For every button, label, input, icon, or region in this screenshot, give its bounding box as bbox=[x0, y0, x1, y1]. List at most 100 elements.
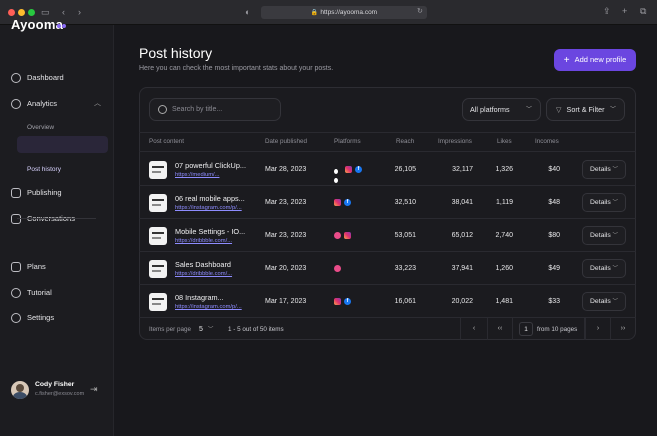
first-page-button[interactable]: ‹‹ bbox=[487, 318, 512, 340]
close-window-button[interactable] bbox=[8, 9, 15, 16]
logo-dots-icon bbox=[57, 21, 67, 30]
details-button[interactable]: Details ﹀ bbox=[582, 259, 626, 278]
reach-value: 33,223 bbox=[394, 265, 416, 272]
forward-icon[interactable]: › bbox=[78, 7, 81, 17]
column-header-incomes[interactable]: Incomes bbox=[535, 138, 559, 145]
chevron-down-icon: ﹀ bbox=[612, 233, 618, 239]
impressions-value: 65,012 bbox=[451, 232, 473, 239]
chevron-down-icon: ﹀ bbox=[612, 167, 618, 173]
post-link[interactable]: https://medium/... bbox=[175, 172, 219, 178]
sidebar-item-dashboard[interactable]: Dashboard bbox=[11, 71, 107, 85]
column-header-date-published[interactable]: Date published bbox=[265, 138, 307, 145]
chevron-down-icon: ﹀ bbox=[612, 200, 618, 206]
reach-value: 16,061 bbox=[394, 298, 416, 305]
column-header-post-content[interactable]: Post content bbox=[149, 138, 184, 145]
date-published: Mar 23, 2023 bbox=[265, 232, 307, 239]
dribbble-icon bbox=[334, 232, 341, 239]
filter-icon: ▽ bbox=[556, 105, 562, 114]
details-button[interactable]: Details ﹀ bbox=[582, 226, 626, 245]
sidebar-item-label: Tutorial bbox=[27, 288, 52, 297]
sidebar-item-settings[interactable]: Settings bbox=[11, 311, 107, 325]
sidebar-item-conversations[interactable]: Conversations bbox=[11, 212, 107, 226]
user-name: Cody Fisher bbox=[35, 381, 75, 388]
post-title: Mobile Settings - IO... bbox=[175, 227, 246, 236]
items-per-page-label: Items per page bbox=[149, 326, 192, 333]
user-email: c.fisher@exsov.com bbox=[35, 391, 85, 397]
tabs-overview-icon[interactable]: ⧉ bbox=[640, 6, 646, 16]
prev-page-button[interactable]: ‹ bbox=[460, 318, 487, 340]
lock-icon: 🔒 bbox=[310, 10, 319, 16]
column-header-likes[interactable]: Likes bbox=[497, 138, 512, 145]
sidebar-toggle-icon[interactable]: ▭ bbox=[41, 7, 50, 17]
sidebar-item-label: Analytics bbox=[27, 99, 58, 108]
post-link[interactable]: https://instagram.com/p/... bbox=[175, 304, 242, 310]
sidebar-subitem-post-history[interactable]: Post history bbox=[27, 164, 61, 176]
minimize-window-button[interactable] bbox=[18, 9, 25, 16]
post-title: 06 real mobile apps... bbox=[175, 194, 245, 203]
shield-icon[interactable]: ◐ bbox=[245, 7, 250, 17]
post-thumbnail bbox=[149, 260, 167, 278]
chevron-up-icon: ︿ bbox=[94, 100, 101, 107]
date-published: Mar 28, 2023 bbox=[265, 166, 307, 173]
details-button[interactable]: Details ﹀ bbox=[582, 193, 626, 212]
impressions-value: 20,022 bbox=[451, 298, 473, 305]
post-link[interactable]: https://dribbble.com/... bbox=[175, 238, 232, 244]
facebook-icon: f bbox=[344, 298, 351, 305]
search-input[interactable]: Search by title... bbox=[149, 98, 281, 121]
details-label: Details bbox=[590, 166, 611, 173]
avatar[interactable] bbox=[11, 381, 29, 399]
sidebar bbox=[0, 25, 114, 436]
logo: Ayooma bbox=[11, 17, 64, 32]
sidebar-item-tutorial[interactable]: Tutorial bbox=[11, 286, 107, 300]
reload-icon[interactable]: ↻ bbox=[417, 7, 423, 17]
instagram-icon bbox=[334, 199, 341, 206]
income-value: $33 bbox=[548, 298, 560, 305]
reach-value: 32,510 bbox=[394, 199, 416, 206]
new-tab-icon[interactable]: + bbox=[622, 6, 627, 16]
add-new-profile-button[interactable]: + Add new profile bbox=[554, 49, 636, 71]
column-header-impressions[interactable]: Impressions bbox=[438, 138, 472, 145]
active-item-highlight bbox=[17, 136, 108, 153]
sidebar-divider bbox=[17, 218, 96, 219]
details-label: Details bbox=[590, 298, 611, 305]
post-title: Sales Dashboard bbox=[175, 260, 231, 269]
sidebar-item-label: Settings bbox=[27, 313, 55, 322]
next-page-button[interactable]: › bbox=[585, 318, 610, 340]
sidebar-subitem-overview[interactable]: Overview bbox=[27, 122, 54, 134]
share-icon[interactable]: ⇪ bbox=[603, 6, 611, 16]
facebook-icon: f bbox=[344, 199, 351, 206]
sidebar-item-plans[interactable]: Plans bbox=[11, 260, 107, 274]
date-published: Mar 20, 2023 bbox=[265, 265, 307, 272]
sort-filter-dropdown[interactable]: ▽ Sort & Filter ﹀ bbox=[546, 98, 625, 121]
last-page-button[interactable]: ›› bbox=[610, 318, 635, 340]
items-per-page-value: 5 bbox=[199, 326, 203, 333]
post-link[interactable]: https://instagram.com/p/... bbox=[175, 205, 242, 211]
page-number-input[interactable]: 1 bbox=[519, 322, 533, 336]
income-value: $80 bbox=[548, 232, 560, 239]
search-placeholder: Search by title... bbox=[172, 106, 223, 113]
post-link[interactable]: https://dribbble.com/... bbox=[175, 271, 232, 277]
dribbble-icon bbox=[334, 265, 341, 272]
platforms-dropdown[interactable]: All platforms ﹀ bbox=[462, 98, 541, 121]
details-button[interactable]: Details ﹀ bbox=[582, 292, 626, 311]
income-value: $48 bbox=[548, 199, 560, 206]
sidebar-item-analytics[interactable]: Analytics ︿ bbox=[11, 97, 107, 111]
logout-icon[interactable]: ⇥ bbox=[90, 384, 98, 395]
date-published: Mar 23, 2023 bbox=[265, 199, 307, 206]
column-header-platforms[interactable]: Platforms bbox=[334, 138, 361, 145]
address-bar[interactable]: 🔒 https://ayooma.com bbox=[261, 6, 427, 19]
details-label: Details bbox=[590, 232, 611, 239]
zoom-window-button[interactable] bbox=[28, 9, 35, 16]
sort-filter-label: Sort & Filter bbox=[566, 105, 605, 114]
tutorial-icon bbox=[11, 288, 21, 299]
items-per-page-select[interactable]: 5 ﹀ bbox=[199, 325, 213, 333]
back-icon[interactable]: ‹ bbox=[62, 7, 65, 17]
conversations-icon bbox=[11, 214, 21, 225]
impressions-value: 37,941 bbox=[451, 265, 473, 272]
sidebar-item-publishing[interactable]: Publishing bbox=[11, 186, 107, 200]
page-subtitle: Here you can check the most important st… bbox=[139, 65, 334, 72]
url-text: https://ayooma.com bbox=[320, 9, 378, 16]
add-button-label: Add new profile bbox=[574, 55, 627, 64]
details-button[interactable]: Details ﹀ bbox=[582, 160, 626, 179]
column-header-reach[interactable]: Reach bbox=[396, 138, 414, 145]
